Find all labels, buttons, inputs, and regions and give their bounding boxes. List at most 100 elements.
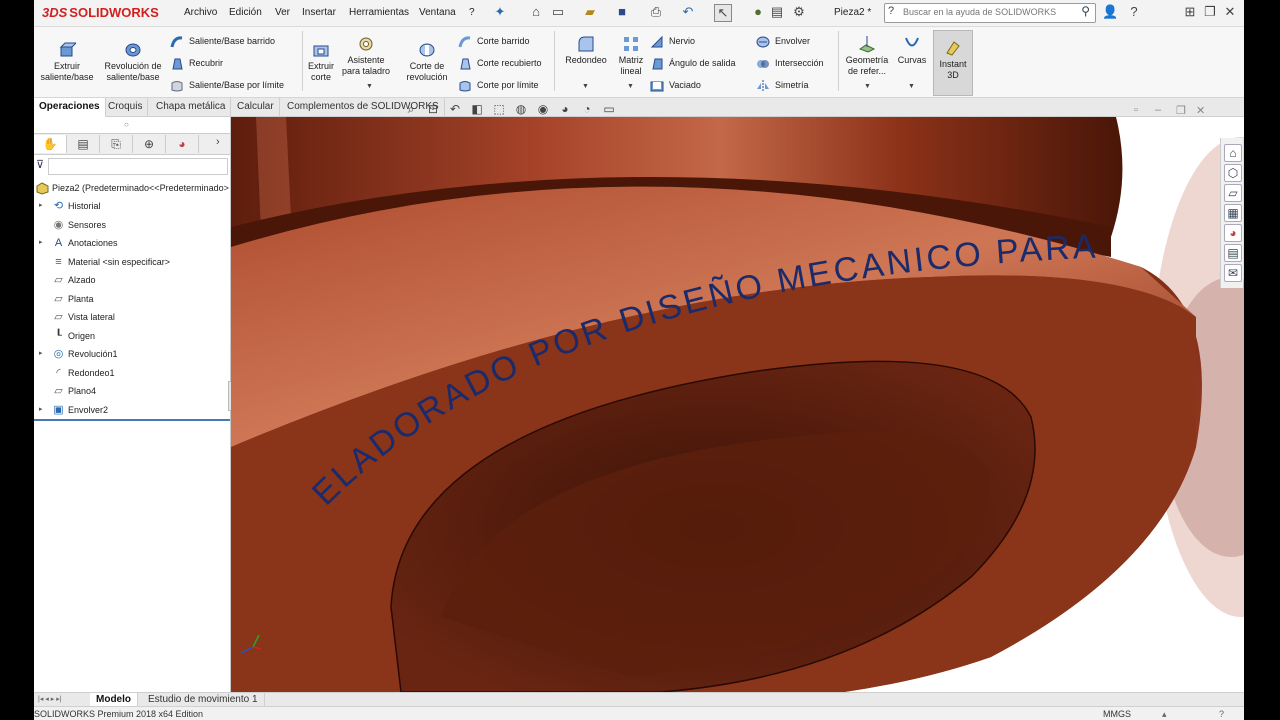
help-icon[interactable]: ?	[1126, 4, 1142, 20]
feature-tree-tab-icon[interactable]: ✋	[34, 135, 67, 153]
expand-arrow-icon[interactable]: ▸	[39, 401, 43, 419]
menu-view[interactable]: Ver	[275, 7, 290, 18]
menu-file[interactable]: Archivo	[184, 7, 217, 18]
tree-item[interactable]: ◜ Redondeo1	[52, 364, 114, 382]
mirror-button[interactable]: Simetría	[756, 77, 809, 93]
viewport-restore-icon[interactable]: ▫	[1134, 104, 1138, 116]
solidworks-logo[interactable]: 3DS SOLIDWORKS	[42, 5, 159, 20]
display-style-icon[interactable]: ◍	[510, 102, 532, 116]
tab-sheet-metal[interactable]: Chapa metálica	[151, 98, 232, 116]
appearances-icon[interactable]: ◕	[1224, 224, 1242, 242]
ref-geometry-dropdown[interactable]: ▼	[864, 83, 871, 90]
user-icon[interactable]: 👤	[1102, 4, 1118, 20]
custom-properties-icon[interactable]: ▤	[1224, 244, 1242, 262]
restore-panes-icon[interactable]: ⊞	[1182, 4, 1198, 20]
graphics-area[interactable]: ELADORADO POR DISEÑO MECANICO PARA TI	[231, 117, 1244, 692]
fillet-dropdown[interactable]: ▼	[582, 83, 589, 90]
menu-tools[interactable]: Herramientas	[349, 7, 409, 18]
property-manager-tab-icon[interactable]: ▤	[67, 135, 100, 153]
options-gear-icon[interactable]: ⚙	[791, 4, 807, 20]
dimxpert-tab-icon[interactable]: ⊕	[133, 135, 166, 153]
appearance-icon[interactable]: ◕	[554, 102, 576, 116]
status-help-icon[interactable]: ?	[1219, 707, 1224, 720]
tree-item[interactable]: ▸ ▣ Envolver2	[39, 401, 108, 419]
view-settings-icon[interactable]: ▭	[598, 102, 620, 116]
boundary-cut-button[interactable]: Corte por límite	[458, 77, 539, 93]
undo-icon[interactable]: ↶	[680, 4, 696, 20]
chevron-right-icon[interactable]: ›	[216, 136, 220, 148]
home-icon[interactable]: ⌂	[528, 4, 544, 20]
menu-insert[interactable]: Insertar	[302, 7, 336, 18]
swept-boss-button[interactable]: Saliente/Base barrido	[170, 33, 275, 49]
tree-item[interactable]: ▸ ⟲ Historial	[39, 197, 101, 215]
menu-edit[interactable]: Edición	[229, 7, 262, 18]
menu-help[interactable]: ?	[469, 7, 475, 18]
rib-button[interactable]: Nervio	[650, 33, 695, 49]
loft-boss-button[interactable]: Recubrir	[170, 55, 223, 71]
extrude-cut-button[interactable]: Extruir corte	[306, 41, 336, 83]
view-palette-icon[interactable]: ▦	[1224, 204, 1242, 222]
tree-item[interactable]: ┖ Origen	[52, 327, 95, 345]
tree-item[interactable]: ◉ Sensores	[52, 216, 106, 234]
traffic-light-icon[interactable]: ●	[750, 4, 766, 20]
restore-window-icon[interactable]: ❐	[1202, 4, 1218, 20]
file-explorer-icon[interactable]: ▱	[1224, 184, 1242, 202]
file-properties-icon[interactable]: ▤	[769, 4, 785, 20]
tab-navigation-icon[interactable]: |◂ ◂ ▸ ▸|	[38, 695, 62, 703]
tab-motion-study[interactable]: Estudio de movimiento 1	[142, 693, 265, 707]
tree-item[interactable]: ▱ Planta	[52, 290, 93, 308]
expand-arrow-icon[interactable]: ▸	[39, 345, 43, 363]
search-icon[interactable]: ⚲	[1081, 4, 1090, 18]
help-search-input[interactable]	[903, 5, 1073, 19]
design-library-icon[interactable]: ⬡	[1224, 164, 1242, 182]
splitter-handle-icon[interactable]: ○	[124, 120, 129, 129]
print-icon[interactable]: ⎙	[648, 4, 664, 20]
scene-icon[interactable]: ◔	[576, 102, 598, 116]
solidworks-resources-icon[interactable]: ⌂	[1224, 144, 1242, 162]
tree-item[interactable]: ▸ A Anotaciones	[39, 234, 118, 252]
extrude-boss-button[interactable]: Extruir saliente/base	[38, 41, 96, 83]
shell-button[interactable]: Vaciado	[650, 77, 701, 93]
zoom-fit-icon[interactable]: ⌕	[400, 102, 422, 117]
rollback-bar[interactable]	[34, 419, 230, 421]
previous-view-icon[interactable]: ↶	[444, 102, 466, 116]
tree-item[interactable]: ▱ Vista lateral	[52, 308, 115, 326]
status-dropdown-icon[interactable]: ▴	[1162, 707, 1167, 720]
filter-icon[interactable]: ⊽	[36, 158, 44, 171]
curves-dropdown[interactable]: ▼	[908, 83, 915, 90]
status-units[interactable]: MMGS	[1103, 707, 1131, 720]
hole-wizard-button[interactable]: Asistente para taladro	[340, 35, 392, 77]
forum-icon[interactable]: ✉	[1224, 264, 1242, 282]
close-window-icon[interactable]: ✕	[1222, 4, 1238, 20]
pin-icon[interactable]: ✦	[492, 4, 508, 20]
hole-wizard-dropdown[interactable]: ▼	[366, 83, 373, 90]
save-icon[interactable]: ■	[614, 4, 630, 20]
tab-features[interactable]: Operaciones	[34, 98, 106, 118]
tree-root-part[interactable]: Pieza2 (Predeterminado<<Predeterminado>	[36, 179, 229, 197]
tree-item[interactable]: ▱ Plano4	[52, 382, 96, 400]
swept-cut-button[interactable]: Corte barrido	[458, 33, 530, 49]
select-arrow-icon[interactable]: ↖	[714, 4, 732, 22]
view-orientation-icon[interactable]: ⬚	[488, 102, 510, 116]
menu-window[interactable]: Ventana	[419, 7, 456, 18]
reference-geometry-button[interactable]: Geometría de refer...	[842, 35, 892, 77]
tab-sketch[interactable]: Croquis	[103, 98, 149, 116]
pattern-dropdown[interactable]: ▼	[627, 83, 634, 90]
zoom-area-icon[interactable]: ⊡	[422, 102, 444, 116]
search-scope-icon[interactable]: ?	[888, 5, 894, 17]
display-manager-tab-icon[interactable]: ◕	[166, 135, 199, 153]
draft-button[interactable]: Ángulo de salida	[650, 55, 736, 71]
fillet-button[interactable]: Redondeo	[561, 35, 611, 66]
open-folder-icon[interactable]: ▰	[582, 4, 598, 20]
configuration-manager-tab-icon[interactable]: ⎘	[100, 135, 133, 153]
viewport-maximize-icon[interactable]: ❐	[1176, 104, 1186, 117]
expand-arrow-icon[interactable]: ▸	[39, 234, 43, 252]
revolve-cut-button[interactable]: Corte de revolución	[402, 41, 452, 83]
new-document-icon[interactable]: ▭	[550, 4, 566, 20]
loft-cut-button[interactable]: Corte recubierto	[458, 55, 542, 71]
curves-button[interactable]: Curvas	[894, 35, 930, 66]
filter-field[interactable]	[48, 158, 228, 175]
boundary-boss-button[interactable]: Saliente/Base por límite	[170, 77, 284, 93]
instant3d-button[interactable]: Instant 3D	[933, 30, 973, 96]
tab-evaluate[interactable]: Calcular	[232, 98, 280, 116]
